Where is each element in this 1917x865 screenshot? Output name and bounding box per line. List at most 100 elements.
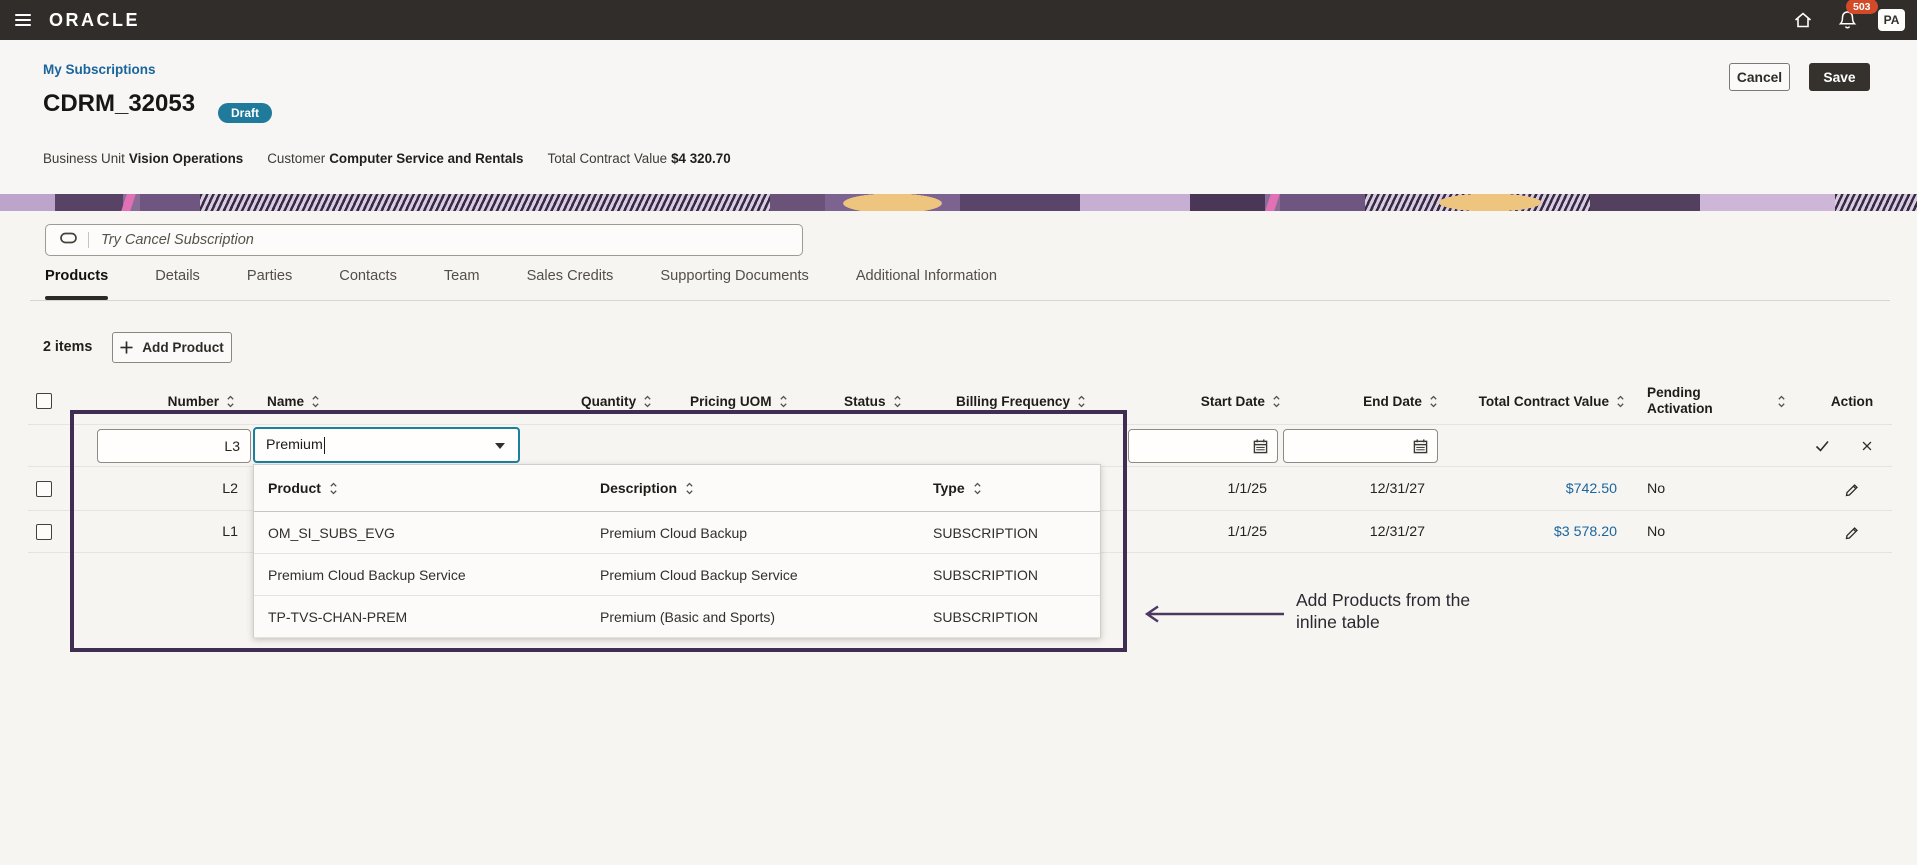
sort-icon <box>1617 395 1624 407</box>
plus-icon <box>120 341 133 354</box>
cell-total-contract-value[interactable]: $742.50 <box>1440 481 1647 497</box>
search-divider <box>88 232 89 248</box>
cell-pending-activation: No <box>1647 523 1666 540</box>
search-placeholder[interactable]: Try Cancel Subscription <box>101 232 254 248</box>
tab-additional-information[interactable]: Additional Information <box>856 268 997 300</box>
start-date-field[interactable] <box>1128 429 1278 463</box>
chevron-down-icon[interactable] <box>495 443 505 449</box>
banner-shape <box>1835 194 1917 211</box>
annotation-arrow <box>1138 602 1288 631</box>
banner-shape <box>1080 194 1190 211</box>
column-header-end-date[interactable]: End Date <box>1285 394 1440 409</box>
app-screen: ORACLE 503 PA My Subscriptions CDRM_3205… <box>0 0 1917 865</box>
add-product-button[interactable]: Add Product <box>112 332 232 363</box>
assistant-pill-icon <box>60 231 78 249</box>
cell-number: L2 <box>222 480 238 497</box>
tab-contacts[interactable]: Contacts <box>339 268 397 300</box>
sort-icon <box>893 395 901 407</box>
cell-end-date: 12/31/27 <box>1369 480 1425 497</box>
banner-shape <box>140 194 200 211</box>
oracle-logo: ORACLE <box>49 9 140 30</box>
start-date-input[interactable] <box>1129 429 1253 463</box>
assistant-search-bar[interactable]: Try Cancel Subscription <box>45 224 803 256</box>
product-name-combobox[interactable]: Premium <box>253 427 520 463</box>
column-header-billing-frequency[interactable]: Billing Frequency <box>938 394 1120 409</box>
column-header-status[interactable]: Status <box>823 394 938 409</box>
page-header: My Subscriptions CDRM_32053 Draft Busine… <box>0 40 1917 194</box>
cancel-button[interactable]: Cancel <box>1729 63 1790 91</box>
banner-shape <box>1590 194 1700 211</box>
decorative-banner <box>0 194 1917 211</box>
dropdown-column-description[interactable]: Description <box>586 480 919 496</box>
tab-divider <box>30 300 1890 301</box>
dropdown-header-row: Product Description Type <box>254 465 1100 512</box>
banner-shape <box>55 194 123 211</box>
column-header-start-date[interactable]: Start Date <box>1120 394 1285 409</box>
column-header-quantity[interactable]: Quantity <box>563 394 688 409</box>
column-header-name[interactable]: Name <box>243 394 563 409</box>
select-all-checkbox[interactable] <box>36 393 52 409</box>
banner-shape <box>1280 194 1365 211</box>
calendar-icon[interactable] <box>1413 438 1428 454</box>
column-header-pending-activation[interactable]: Pending Activation <box>1647 385 1812 417</box>
cell-start-date: 1/1/25 <box>1227 523 1267 540</box>
home-icon[interactable] <box>1790 7 1816 33</box>
sort-icon <box>973 482 981 494</box>
status-badge: Draft <box>218 103 273 123</box>
cell-total-contract-value[interactable]: $3 578.20 <box>1440 524 1647 540</box>
text-cursor <box>323 436 326 454</box>
banner-shape <box>1420 194 1560 211</box>
topbar-actions: 503 PA <box>1790 0 1905 40</box>
row-checkbox[interactable] <box>36 480 52 497</box>
tab-supporting-documents[interactable]: Supporting Documents <box>660 268 808 300</box>
sort-icon <box>227 395 234 407</box>
edit-pencil-icon[interactable] <box>1812 480 1892 497</box>
row-checkbox[interactable] <box>36 523 52 540</box>
bell-icon[interactable]: 503 <box>1834 0 1878 33</box>
edit-pencil-icon[interactable] <box>1812 523 1892 540</box>
product-dropdown-panel: Product Description Type OM_SI_SUBS_EVG … <box>253 464 1101 638</box>
dropdown-option[interactable]: OM_SI_SUBS_EVG Premium Cloud Backup SUBS… <box>254 512 1100 554</box>
items-count: 2 items <box>43 339 93 355</box>
sort-icon <box>330 482 337 494</box>
column-header-total-contract-value[interactable]: Total Contract Value <box>1440 394 1647 409</box>
column-header-number[interactable]: Number <box>68 394 243 409</box>
cell-start-date: 1/1/25 <box>1227 480 1267 497</box>
meta-customer: Customer Computer Service and Rentals <box>267 151 524 166</box>
dropdown-column-type[interactable]: Type <box>919 480 1102 496</box>
tab-parties[interactable]: Parties <box>247 268 292 300</box>
tab-details[interactable]: Details <box>155 268 200 300</box>
tab-products[interactable]: Products <box>45 268 109 300</box>
column-header-action: Action <box>1830 393 1874 409</box>
inline-row-actions <box>1814 425 1874 467</box>
end-date-field[interactable] <box>1283 429 1438 463</box>
cell-number: L1 <box>222 523 238 540</box>
top-bar: ORACLE 503 PA <box>0 0 1917 40</box>
calendar-icon[interactable] <box>1253 438 1268 454</box>
sort-icon <box>1778 395 1785 407</box>
meta-total-contract-value: Total Contract Value $4 320.70 <box>547 151 731 166</box>
banner-shape <box>770 194 825 211</box>
column-header-pricing-uom[interactable]: Pricing UOM <box>688 394 823 409</box>
tab-team[interactable]: Team <box>444 268 480 300</box>
tab-sales-credits[interactable]: Sales Credits <box>527 268 614 300</box>
dropdown-option[interactable]: Premium Cloud Backup Service Premium Clo… <box>254 554 1100 596</box>
tab-bar: Products Details Parties Contacts Team S… <box>45 268 997 300</box>
banner-shape <box>1265 194 1280 211</box>
breadcrumb[interactable]: My Subscriptions <box>43 62 156 77</box>
avatar[interactable]: PA <box>1878 9 1905 31</box>
header-meta: Business Unit Vision Operations Customer C… <box>43 151 731 166</box>
end-date-input[interactable] <box>1284 429 1413 463</box>
hamburger-icon[interactable] <box>15 14 31 26</box>
save-button[interactable]: Save <box>1809 63 1870 91</box>
sort-icon <box>644 395 651 407</box>
number-input[interactable] <box>97 429 251 463</box>
cancel-x-icon[interactable] <box>1860 439 1874 453</box>
notification-count-badge[interactable]: 503 <box>1846 0 1878 14</box>
dropdown-column-product[interactable]: Product <box>254 480 586 496</box>
sort-icon <box>1273 395 1280 407</box>
confirm-check-icon[interactable] <box>1814 438 1830 454</box>
banner-shape <box>200 194 770 211</box>
dropdown-option[interactable]: TP-TVS-CHAN-PREM Premium (Basic and Spor… <box>254 596 1100 638</box>
banner-shape <box>121 194 136 211</box>
